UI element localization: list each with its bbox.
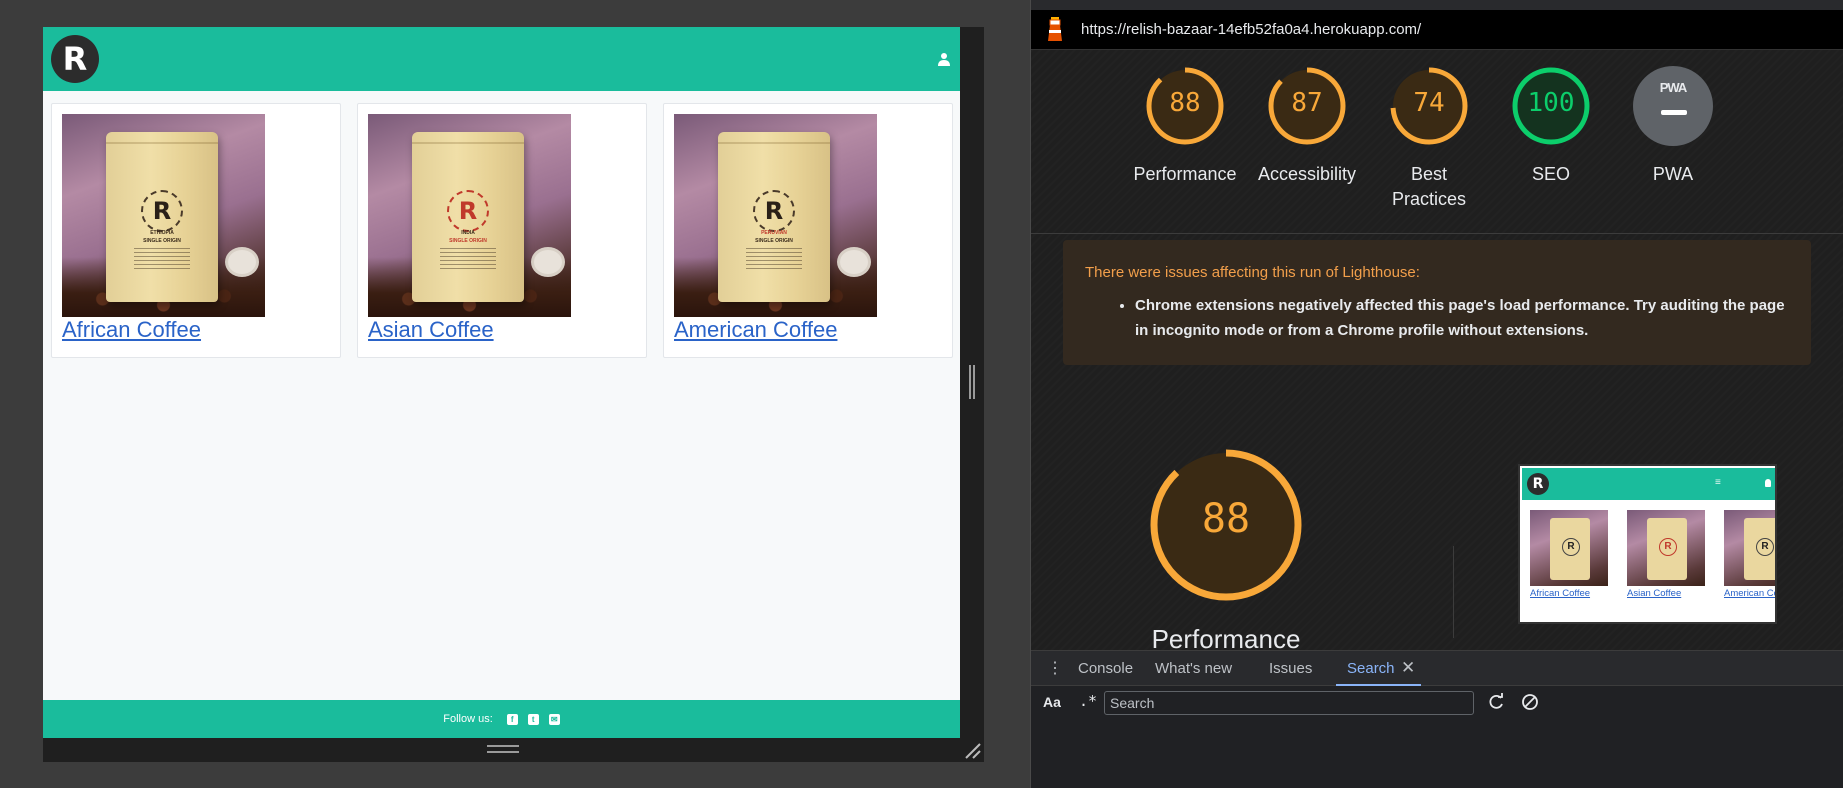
vertical-resize-handle[interactable] [969, 365, 975, 399]
report-url-bar: https://relish-bazaar-14efb52fa0a4.herok… [1031, 10, 1843, 50]
score-value: 100 [1527, 88, 1575, 118]
score-label: Accessibility [1257, 164, 1357, 184]
preview-link: American Coffee [1724, 588, 1775, 599]
hamburger-icon: ≡ [1715, 477, 1721, 488]
pwa-badge-icon: PWA [1633, 66, 1713, 146]
performance-score-value: 88 [1201, 496, 1251, 542]
lighthouse-report: 88 Performance 87 Accessibility 74 Best … [1031, 50, 1843, 650]
bag-logo-letter: R [764, 197, 784, 225]
site-logo[interactable]: R [51, 35, 99, 83]
logo-letter: R [62, 40, 88, 78]
preview-user-icon [1765, 479, 1771, 487]
bag-tagline: SINGLE ORIGIN [755, 238, 793, 244]
match-case-button[interactable]: Aa [1043, 694, 1061, 710]
tab-search[interactable]: Search [1347, 660, 1395, 677]
product-link-american[interactable]: American Coffee [674, 317, 837, 343]
audited-url[interactable]: https://relish-bazaar-14efb52fa0a4.herok… [1081, 21, 1421, 38]
score-label: Best Practices [1391, 164, 1467, 209]
pwa-badge-text: PWA [1659, 80, 1688, 95]
tab-whats-new[interactable]: What's new [1155, 660, 1232, 677]
warning-item: Chrome extensions negatively affected th… [1135, 293, 1789, 343]
site-header: R [43, 27, 960, 91]
bag-logo-letter: R [458, 197, 478, 225]
gauge-performance[interactable]: 88 Performance [1120, 66, 1250, 187]
final-screenshot-preview[interactable]: R ≡ African Coffee Asian Coffee American… [1518, 464, 1777, 624]
performance-gauge-large: 88 Performance [1149, 448, 1339, 650]
score-value: 88 [1169, 88, 1201, 118]
gauge-accessibility[interactable]: 87 Accessibility [1242, 66, 1372, 187]
search-results-area [1031, 720, 1843, 788]
regex-button[interactable]: .* [1079, 692, 1097, 710]
bag-origin: ETHIOPIA [150, 230, 174, 236]
run-warning: There were issues affecting this run of … [1063, 240, 1811, 365]
product-image[interactable]: R INDIA SINGLE ORIGIN [368, 114, 571, 317]
site-footer: Follow us: f t ✉ [43, 700, 960, 738]
search-toolbar: Aa .* [1031, 686, 1843, 720]
product-image[interactable]: R ETHIOPIA SINGLE ORIGIN [62, 114, 265, 317]
tab-issues[interactable]: Issues [1269, 660, 1312, 677]
score-label: Performance [1133, 164, 1237, 184]
performance-score-label: Performance [1151, 624, 1301, 650]
score-gauges: 88 Performance 87 Accessibility 74 Best … [1031, 66, 1843, 226]
product-card: R INDIA SINGLE ORIGIN Asian Coffee [357, 103, 647, 358]
preview-link: African Coffee [1530, 588, 1591, 599]
product-link-african[interactable]: African Coffee [62, 317, 201, 343]
score-value: 87 [1291, 88, 1323, 118]
bag-origin: INDIA [461, 230, 475, 236]
clear-icon[interactable] [1520, 692, 1540, 712]
coffee-bag: R PERUVIAN SINGLE ORIGIN [718, 132, 830, 302]
score-value: 74 [1413, 88, 1445, 118]
warning-title: There were issues affecting this run of … [1085, 264, 1420, 281]
score-label: SEO [1531, 164, 1570, 184]
preview-card: Asian Coffee [1619, 508, 1705, 608]
page-viewport: R R ETHIOPIA SINGLE ORIGIN African Coffe… [43, 27, 960, 738]
bag-logo-letter: R [152, 197, 172, 225]
gauge-best-practices[interactable]: 74 Best Practices [1364, 66, 1494, 212]
close-icon[interactable]: ✕ [1401, 658, 1415, 678]
product-image[interactable]: R PERUVIAN SINGLE ORIGIN [674, 114, 877, 317]
search-input[interactable] [1104, 691, 1474, 715]
coffee-bag: R INDIA SINGLE ORIGIN [412, 132, 524, 302]
score-label: PWA [1652, 164, 1694, 184]
facebook-icon[interactable]: f [506, 713, 518, 725]
preview-card: African Coffee [1522, 508, 1608, 608]
resize-corner-icon[interactable] [962, 740, 982, 760]
gauge-seo[interactable]: 100 SEO [1486, 66, 1616, 187]
product-card: R PERUVIAN SINGLE ORIGIN American Coffee [663, 103, 953, 358]
horizontal-resize-handle[interactable] [487, 745, 519, 753]
gauge-pwa[interactable]: PWA PWA [1608, 66, 1738, 187]
twitter-icon[interactable]: t [527, 713, 539, 725]
bag-tagline: SINGLE ORIGIN [143, 238, 181, 244]
preview-logo: R [1527, 473, 1549, 495]
more-options-icon[interactable]: ⋮ [1047, 661, 1063, 677]
refresh-icon[interactable] [1486, 692, 1506, 712]
devtools-panel: https://relish-bazaar-14efb52fa0a4.herok… [1030, 0, 1843, 788]
lighthouse-icon [1048, 17, 1062, 41]
device-emulation-pane: R R ETHIOPIA SINGLE ORIGIN African Coffe… [0, 0, 1030, 788]
follow-label: Follow us: [443, 713, 493, 725]
product-card: R ETHIOPIA SINGLE ORIGIN African Coffee [51, 103, 341, 358]
bag-origin: PERUVIAN [761, 230, 787, 236]
preview-link: Asian Coffee [1627, 588, 1682, 599]
user-icon[interactable] [938, 52, 950, 66]
coffee-bag: R ETHIOPIA SINGLE ORIGIN [106, 132, 218, 302]
product-link-asian[interactable]: Asian Coffee [368, 317, 494, 343]
preview-card: American Coffee [1716, 508, 1775, 608]
drawer-tab-bar: ⋮ Console What's new Issues Search ✕ [1031, 650, 1843, 686]
email-icon[interactable]: ✉ [548, 713, 560, 725]
tab-console[interactable]: Console [1078, 660, 1133, 677]
bag-tagline: SINGLE ORIGIN [449, 238, 487, 244]
